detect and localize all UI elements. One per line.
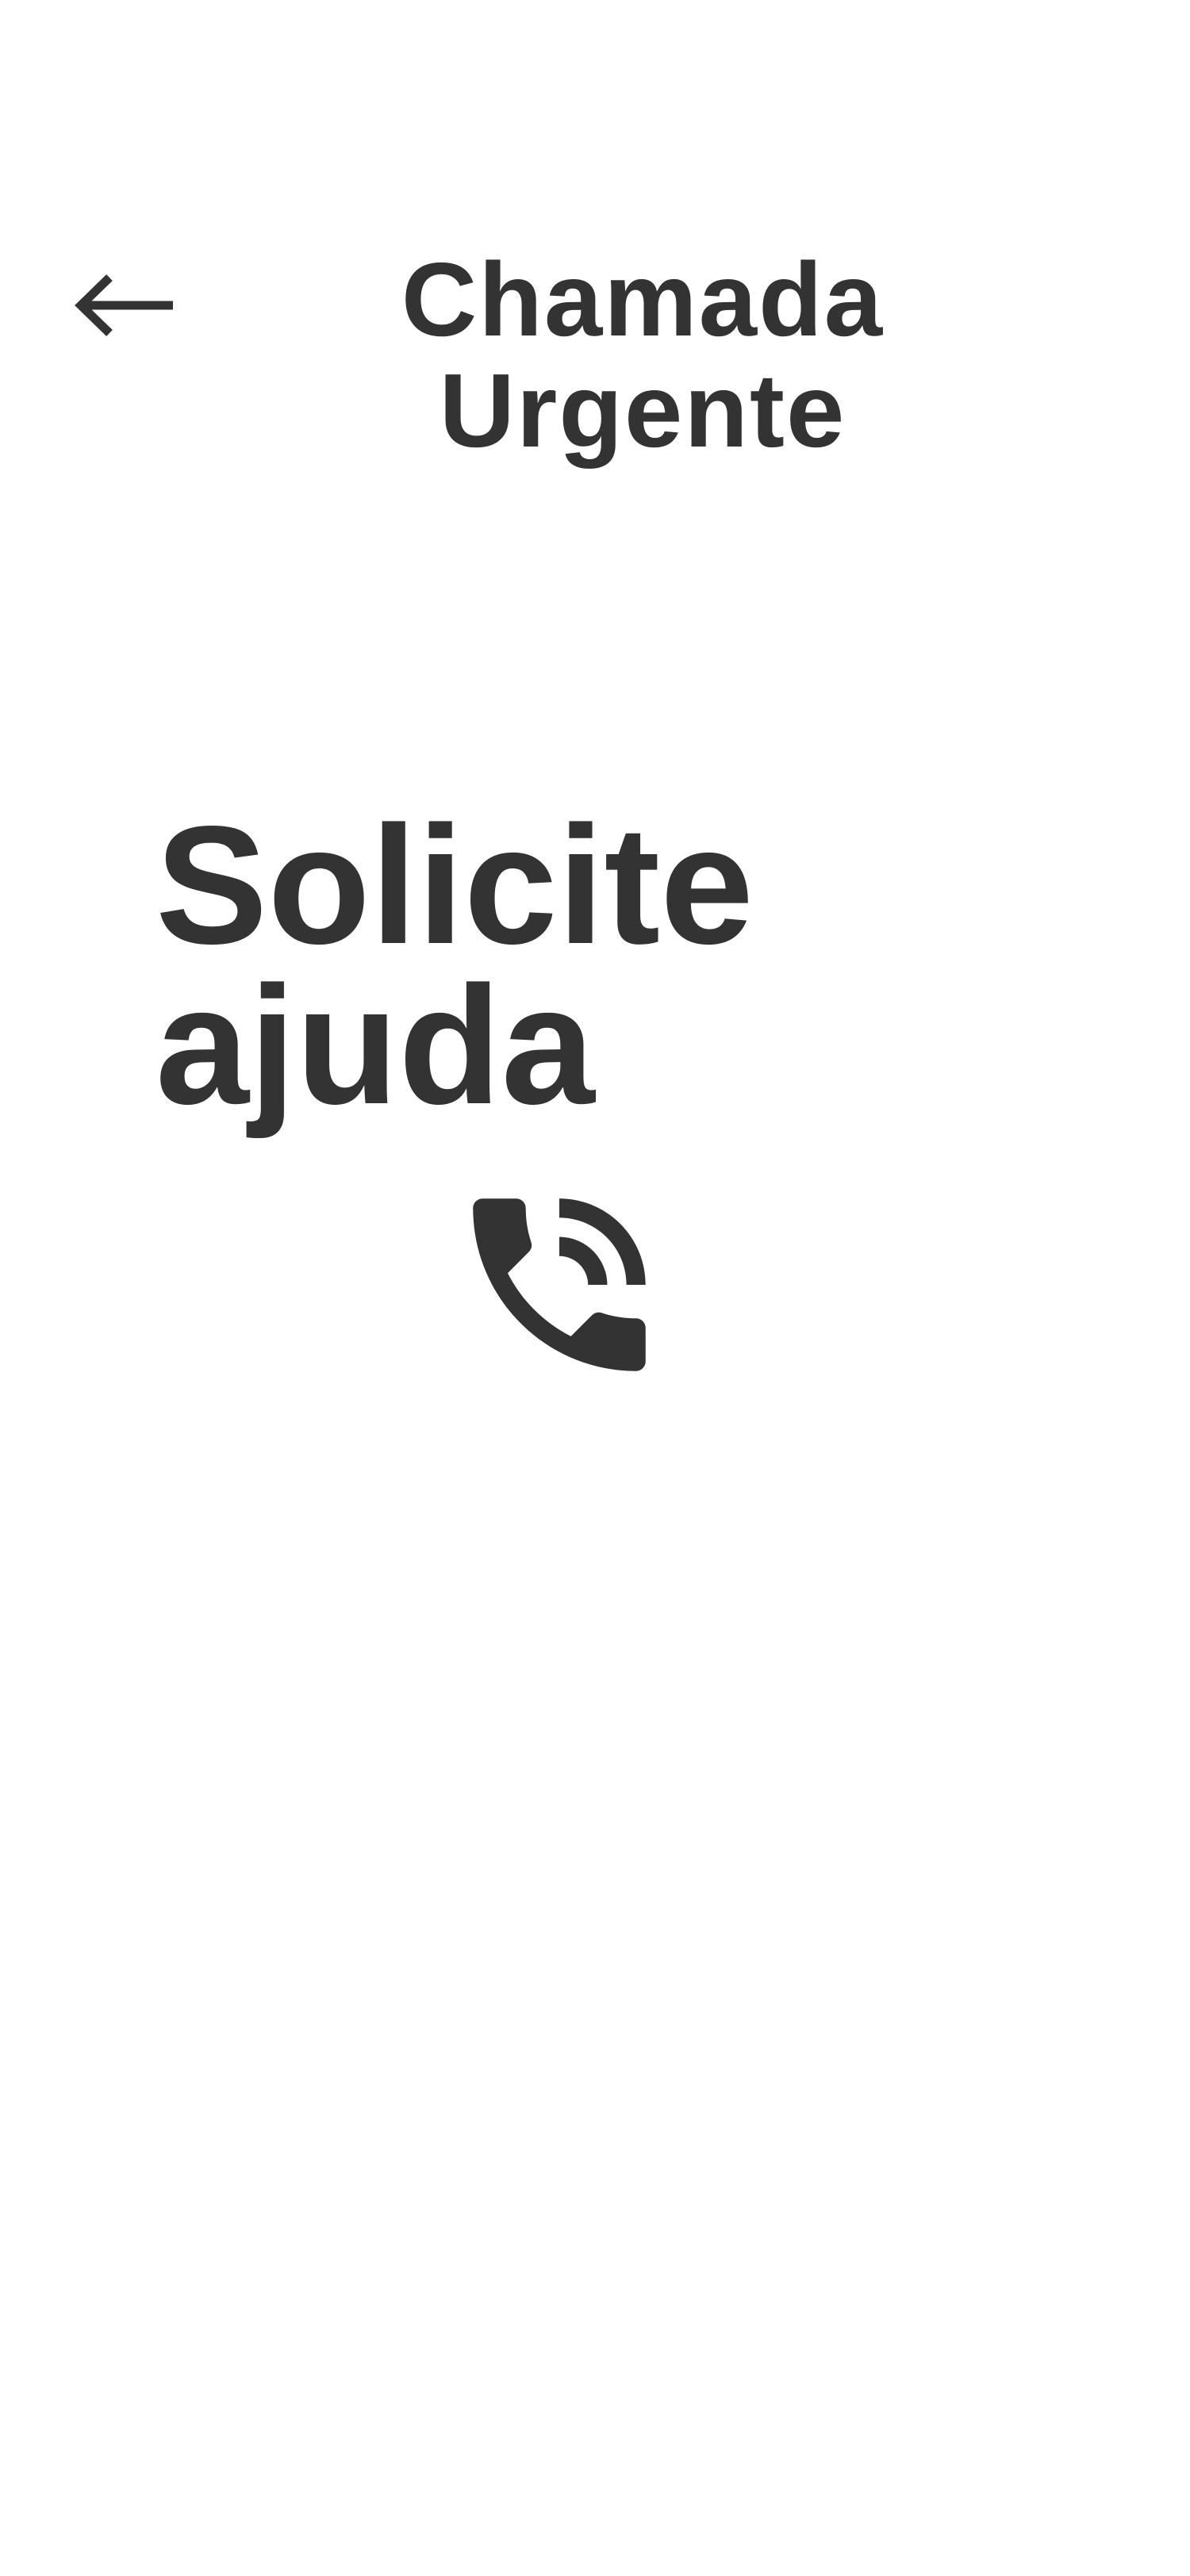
page-title: Chamada Urgente — [401, 241, 885, 469]
header: Chamada Urgente — [0, 0, 1190, 508]
phone-in-talk-icon — [473, 1198, 646, 1371]
arrow-left-icon — [75, 274, 173, 336]
back-button[interactable] — [63, 262, 182, 349]
help-heading: Solicite ajuda — [155, 791, 754, 1139]
call-button[interactable] — [440, 1166, 678, 1404]
